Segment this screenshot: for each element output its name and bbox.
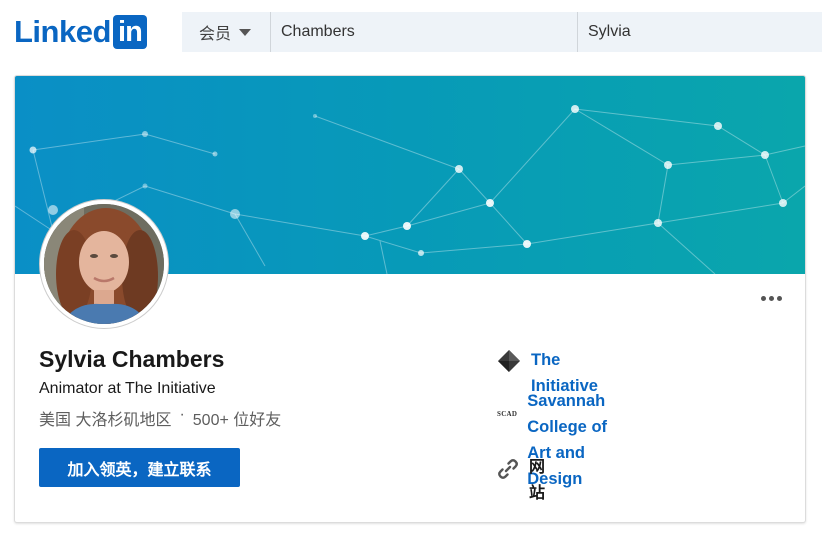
scad-logo-text: SCAD (497, 410, 518, 418)
logo-box: in (112, 15, 147, 49)
profile-meta: 美国 大洛杉矶地区 · 500+ 位好友 (39, 406, 281, 430)
linkedin-logo[interactable]: Linked in (14, 14, 147, 50)
first-name-input[interactable] (578, 12, 822, 52)
avatar-portrait-image (44, 204, 164, 324)
link-icon (497, 455, 519, 483)
scad-logo-icon: SCAD (497, 400, 517, 428)
website-link[interactable]: 网站 (529, 455, 551, 507)
diamond-icon (497, 347, 521, 375)
more-options-icon (760, 295, 766, 301)
profile-name: Sylvia Chambers (39, 346, 225, 372)
search-category-label: 会员 (199, 26, 232, 43)
meta-separator: · (179, 406, 185, 423)
profile-location: 美国 大洛杉矶地区 (39, 412, 172, 429)
last-name-input[interactable] (271, 12, 578, 52)
profile-connections: 500+ 位好友 (192, 412, 282, 429)
search-bar: 会员 (182, 12, 822, 52)
caret-down-icon (239, 28, 252, 36)
more-options-button[interactable] (756, 286, 786, 310)
profile-avatar[interactable] (40, 200, 168, 328)
logo-text: Linked (14, 14, 111, 49)
website-row[interactable]: 网站 (497, 455, 551, 507)
search-category-dropdown[interactable]: 会员 (182, 12, 271, 52)
top-header: Linked in 会员 (0, 0, 822, 60)
school-name-line1: Savannah College of Art and (527, 392, 608, 462)
profile-headline: Animator at The Initiative (39, 380, 216, 397)
join-linkedin-button[interactable]: 加入领英，建立联系 (39, 448, 240, 487)
profile-card: Sylvia Chambers Animator at The Initiati… (14, 75, 806, 523)
